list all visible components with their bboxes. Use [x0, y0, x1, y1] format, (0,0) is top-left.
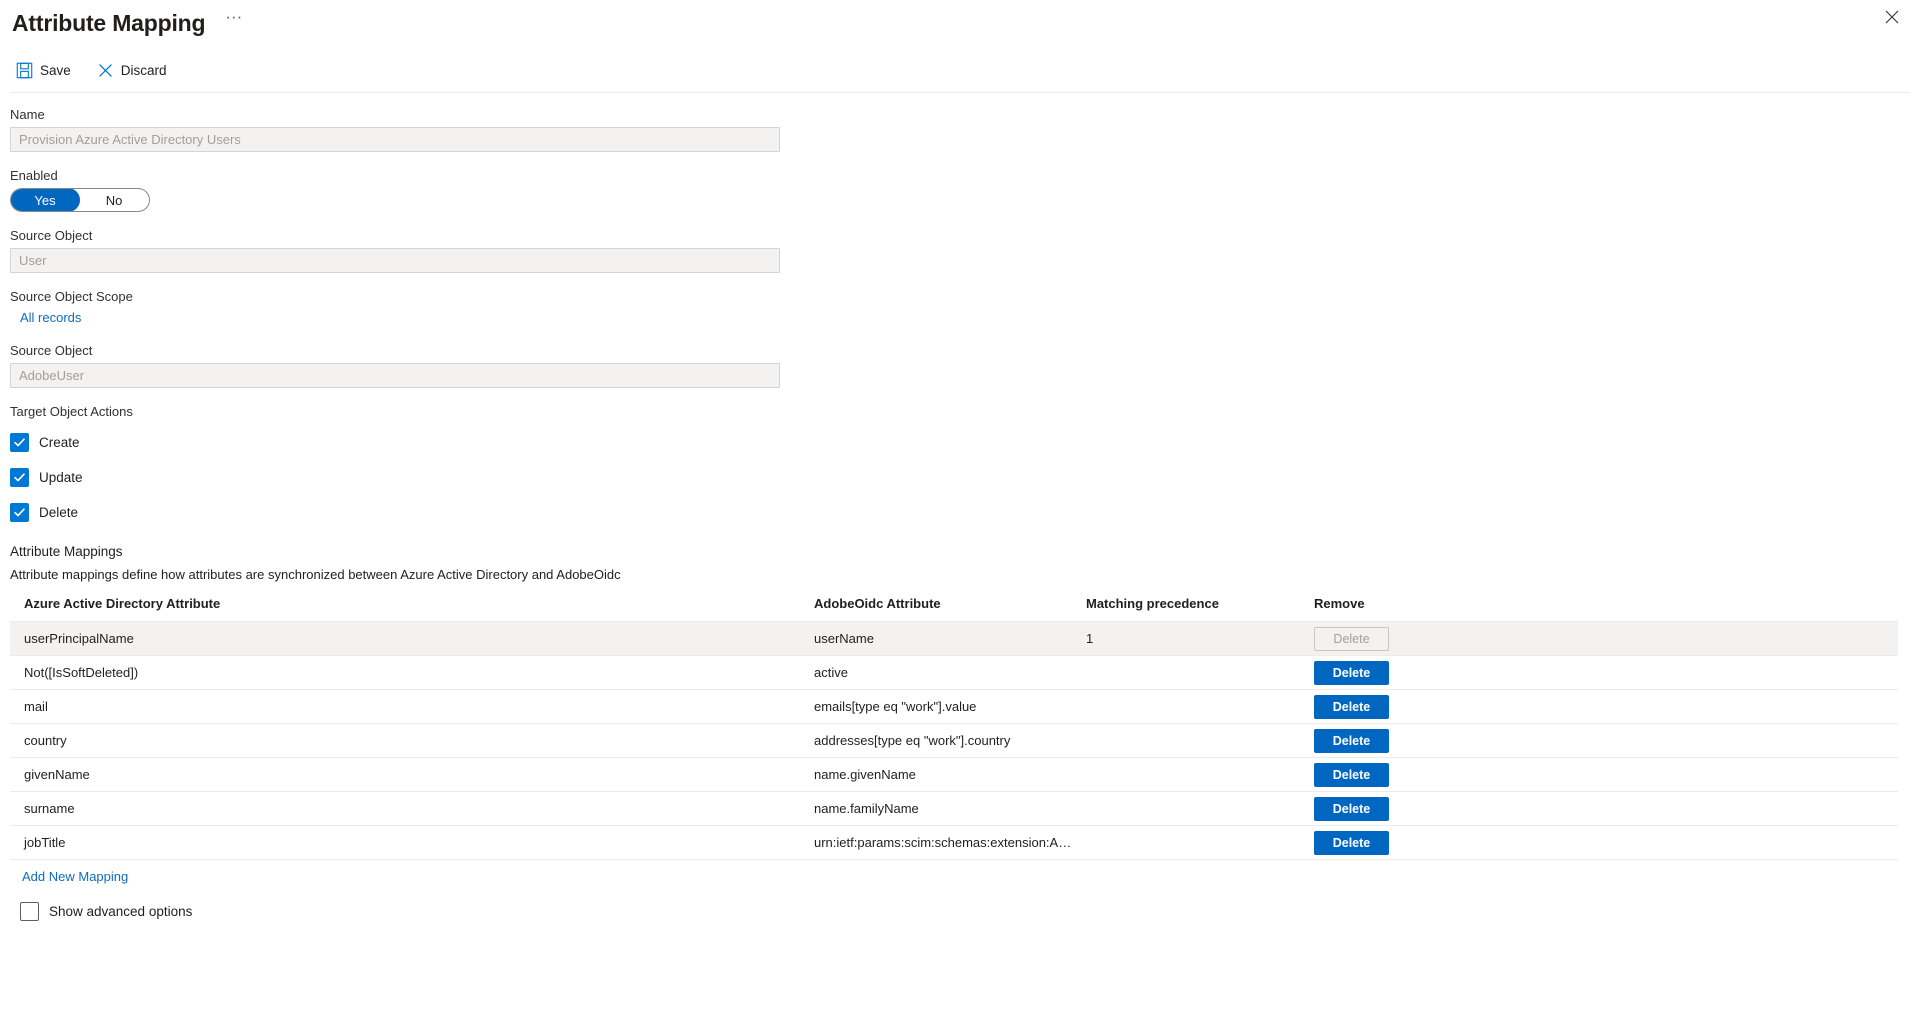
cell-source: userPrincipalName — [10, 622, 800, 656]
cell-remove: Delete — [1300, 758, 1898, 792]
cell-source: givenName — [10, 758, 800, 792]
cell-precedence — [1072, 656, 1300, 690]
discard-icon — [97, 62, 114, 79]
checkbox-checked-icon — [10, 433, 29, 452]
target-object-label: Source Object — [10, 343, 1910, 358]
name-field-block: Name — [10, 107, 1910, 152]
attribute-mappings-table: Azure Active Directory Attribute AdobeOi… — [10, 596, 1898, 860]
enabled-label: Enabled — [10, 168, 1910, 183]
checkbox-checked-icon — [10, 503, 29, 522]
cell-precedence — [1072, 690, 1300, 724]
column-header-source: Azure Active Directory Attribute — [10, 596, 800, 622]
cell-precedence: 1 — [1072, 622, 1300, 656]
cell-target: userName — [800, 622, 1072, 656]
target-object-field-block: Source Object — [10, 343, 1910, 388]
table-header-row: Azure Active Directory Attribute AdobeOi… — [10, 596, 1898, 622]
action-checkbox-create[interactable]: Create — [10, 433, 80, 452]
cell-remove: Delete — [1300, 656, 1898, 690]
more-options-icon[interactable]: ··· — [225, 13, 242, 33]
action-label-create: Create — [39, 435, 80, 450]
source-object-field-block: Source Object — [10, 228, 1910, 273]
check-icon — [13, 506, 26, 519]
cell-remove: Delete — [1300, 792, 1898, 826]
save-button[interactable]: Save — [12, 59, 75, 82]
cell-target: name.familyName — [800, 792, 1072, 826]
cell-target: emails[type eq "work"].value — [800, 690, 1072, 724]
action-checkbox-delete[interactable]: Delete — [10, 503, 78, 522]
table-row[interactable]: country addresses[type eq "work"].countr… — [10, 724, 1898, 758]
enabled-toggle[interactable]: Yes No — [10, 188, 150, 212]
table-row[interactable]: givenName name.givenName Delete — [10, 758, 1898, 792]
target-object-actions-label: Target Object Actions — [10, 404, 1910, 419]
source-object-label: Source Object — [10, 228, 1910, 243]
action-label-delete: Delete — [39, 505, 78, 520]
cell-target: name.givenName — [800, 758, 1072, 792]
delete-button[interactable]: Delete — [1314, 661, 1389, 685]
source-object-scope-label: Source Object Scope — [10, 289, 1910, 304]
close-button[interactable] — [1878, 3, 1906, 31]
cell-source: jobTitle — [10, 826, 800, 860]
source-object-scope-block: Source Object Scope All records — [10, 289, 1910, 327]
column-header-target: AdobeOidc Attribute — [800, 596, 1072, 622]
column-header-remove: Remove — [1300, 596, 1898, 622]
table-row[interactable]: userPrincipalName userName 1 Delete — [10, 622, 1898, 656]
delete-button[interactable]: Delete — [1314, 797, 1389, 821]
cell-target: active — [800, 656, 1072, 690]
cell-source: surname — [10, 792, 800, 826]
add-new-mapping-link[interactable]: Add New Mapping — [22, 869, 128, 884]
column-header-precedence: Matching precedence — [1072, 596, 1300, 622]
cell-precedence — [1072, 792, 1300, 826]
table-row[interactable]: surname name.familyName Delete — [10, 792, 1898, 826]
check-icon — [13, 436, 26, 449]
delete-button[interactable]: Delete — [1314, 695, 1389, 719]
command-bar: Save Discard — [0, 52, 1920, 88]
delete-button[interactable]: Delete — [1314, 763, 1389, 787]
checkbox-unchecked-icon — [20, 902, 39, 921]
show-advanced-options-label: Show advanced options — [49, 904, 192, 919]
cell-target: urn:ietf:params:scim:schemas:extension:A… — [800, 826, 1072, 860]
name-label: Name — [10, 107, 1910, 122]
page-title: Attribute Mapping — [12, 10, 205, 37]
show-advanced-options-checkbox[interactable]: Show advanced options — [20, 902, 192, 921]
cell-remove: Delete — [1300, 690, 1898, 724]
table-row[interactable]: Not([IsSoftDeleted]) active Delete — [10, 656, 1898, 690]
enabled-toggle-no[interactable]: No — [79, 189, 149, 211]
attribute-mappings-title: Attribute Mappings — [10, 544, 1910, 559]
target-object-input[interactable] — [10, 363, 780, 388]
cell-target: addresses[type eq "work"].country — [800, 724, 1072, 758]
attribute-mappings-description: Attribute mappings define how attributes… — [10, 567, 1910, 582]
discard-button[interactable]: Discard — [93, 59, 171, 82]
cell-source: country — [10, 724, 800, 758]
delete-button[interactable]: Delete — [1314, 831, 1389, 855]
close-icon — [1885, 10, 1899, 24]
enabled-toggle-yes[interactable]: Yes — [10, 188, 80, 212]
checkbox-checked-icon — [10, 468, 29, 487]
cell-remove: Delete — [1300, 826, 1898, 860]
discard-label: Discard — [121, 63, 167, 78]
delete-button[interactable]: Delete — [1314, 729, 1389, 753]
name-input[interactable] — [10, 127, 780, 152]
cell-precedence — [1072, 724, 1300, 758]
table-row[interactable]: jobTitle urn:ietf:params:scim:schemas:ex… — [10, 826, 1898, 860]
cell-precedence — [1072, 758, 1300, 792]
cell-remove: Delete — [1300, 724, 1898, 758]
action-checkbox-update[interactable]: Update — [10, 468, 83, 487]
action-label-update: Update — [39, 470, 83, 485]
table-row[interactable]: mail emails[type eq "work"].value Delete — [10, 690, 1898, 724]
enabled-field-block: Enabled Yes No — [10, 168, 1910, 212]
target-object-actions-block: Target Object Actions Create Update — [10, 404, 1910, 522]
cell-remove: Delete — [1300, 622, 1898, 656]
save-label: Save — [40, 63, 71, 78]
save-icon — [16, 62, 33, 79]
check-icon — [13, 471, 26, 484]
delete-button: Delete — [1314, 627, 1389, 651]
cell-precedence — [1072, 826, 1300, 860]
all-records-link[interactable]: All records — [20, 310, 81, 325]
cell-source: Not([IsSoftDeleted]) — [10, 656, 800, 690]
cell-source: mail — [10, 690, 800, 724]
form-area: Name Enabled Yes No Source Object Source… — [0, 93, 1920, 921]
source-object-input[interactable] — [10, 248, 780, 273]
blade-header: Attribute Mapping ··· — [0, 0, 1920, 46]
